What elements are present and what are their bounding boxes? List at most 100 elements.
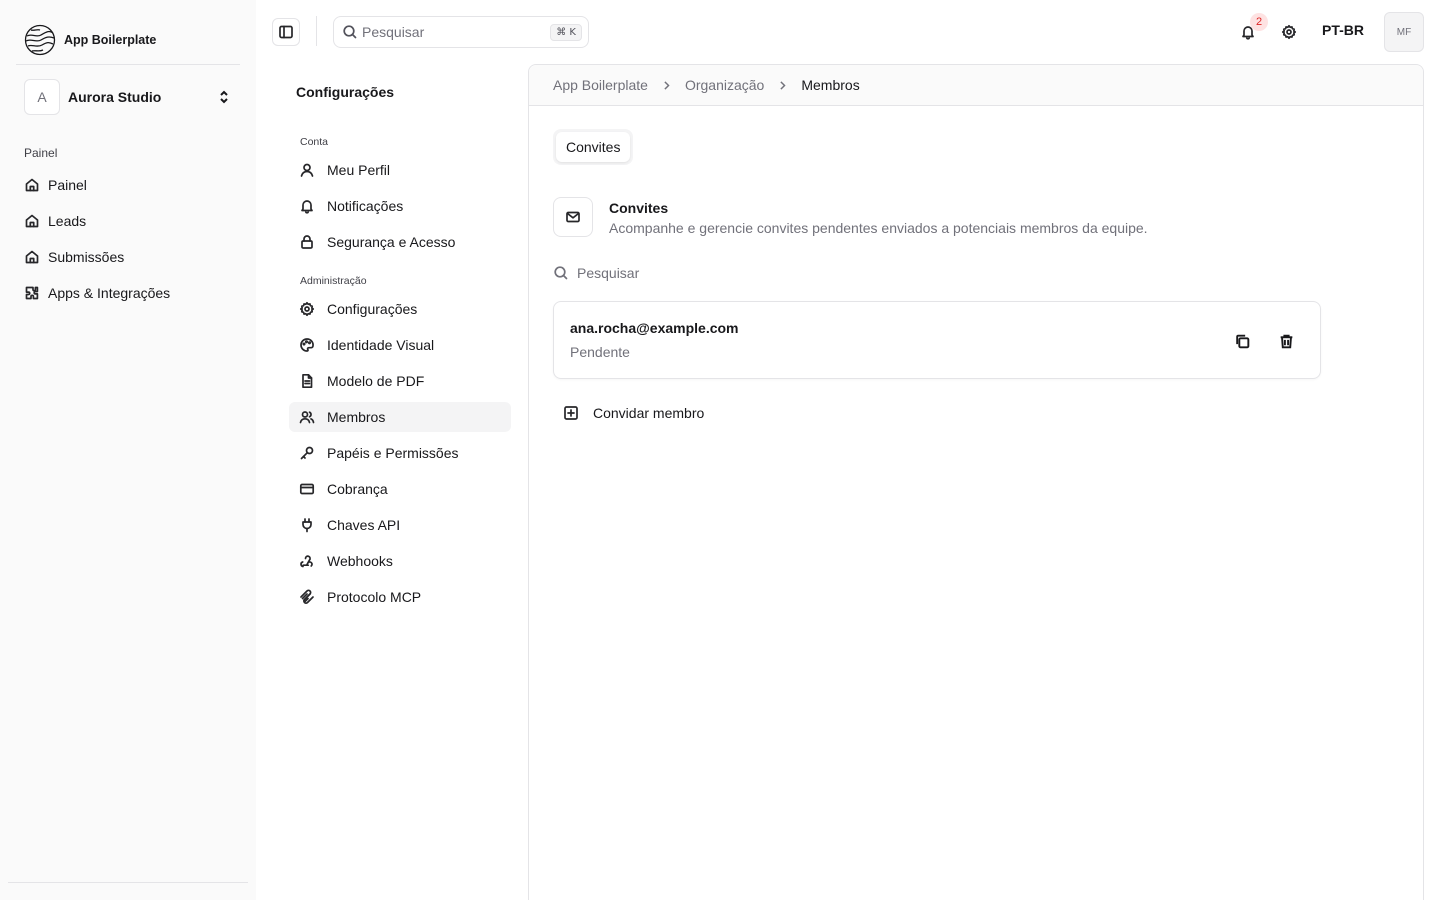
settings-group-admin: Administração (300, 275, 367, 287)
sidebar-item-apps-integracoes[interactable]: Apps & Integrações (16, 275, 240, 311)
settings-item-configuracoes[interactable]: Configurações (289, 294, 511, 324)
breadcrumb-item-membros: Membros (801, 77, 860, 93)
settings-item-notificacoes[interactable]: Notificações (289, 191, 511, 221)
settings-item-identidade-visual[interactable]: Identidade Visual (289, 330, 511, 360)
bell-icon (299, 198, 315, 214)
delete-invite-button[interactable] (1274, 329, 1298, 353)
topbar-divider (316, 16, 317, 46)
home-icon (24, 249, 40, 265)
chevron-right-icon (776, 79, 789, 92)
global-search[interactable]: ⌘ K (333, 16, 589, 48)
search-icon (342, 24, 358, 40)
main-panel: App Boilerplate Organização Membros Conv… (528, 64, 1424, 900)
copy-icon (1234, 333, 1251, 350)
webhook-icon (299, 553, 315, 569)
invite-status: Pendente (570, 344, 630, 360)
lock-icon (299, 234, 315, 250)
users-icon (299, 409, 315, 425)
gear-icon (1281, 24, 1297, 40)
copy-invite-button[interactable] (1230, 329, 1254, 353)
breadcrumb-item-organizacao[interactable]: Organização (685, 77, 764, 93)
settings-item-label: Membros (327, 409, 386, 425)
invites-search-input[interactable] (577, 265, 877, 281)
plus-square-icon (563, 405, 579, 421)
sidebar-toggle-button[interactable] (272, 18, 300, 46)
sidebar-item-label: Leads (48, 213, 87, 229)
tab-convites[interactable]: Convites (556, 132, 631, 162)
settings-item-cobranca[interactable]: Cobrança (289, 474, 511, 504)
settings-item-membros[interactable]: Membros (289, 402, 511, 432)
user-avatar[interactable]: MF (1384, 12, 1424, 52)
breadcrumb-item-app[interactable]: App Boilerplate (553, 77, 648, 93)
settings-item-chaves-api[interactable]: Chaves API (289, 510, 511, 540)
sidebar-bottom-divider (8, 882, 248, 883)
language-switcher[interactable]: PT-BR (1322, 22, 1364, 38)
mcp-icon (299, 589, 315, 605)
sidebar-divider (16, 64, 240, 65)
sidebar-group-label: Painel (24, 146, 58, 160)
chevrons-up-down-icon (216, 89, 232, 105)
key-icon (299, 445, 315, 461)
invite-member-button[interactable]: Convidar membro (553, 399, 714, 427)
search-shortcut-hint: ⌘ K (550, 23, 582, 41)
home-icon (24, 177, 40, 193)
settings-item-label: Webhooks (327, 553, 393, 569)
settings-title: Configurações (296, 84, 395, 100)
settings-item-label: Configurações (327, 301, 418, 317)
settings-item-label: Modelo de PDF (327, 373, 425, 389)
gear-icon (299, 301, 315, 317)
puzzle-icon (24, 285, 40, 301)
sidebar-item-leads[interactable]: Leads (16, 203, 240, 239)
invites-description: Acompanhe e gerencie convites pendentes … (609, 220, 1148, 236)
settings-button[interactable] (1277, 20, 1301, 44)
settings-item-label: Chaves API (327, 517, 401, 533)
settings-item-webhooks[interactable]: Webhooks (289, 546, 511, 576)
sidebar-item-label: Apps & Integrações (48, 285, 171, 301)
panel-left-icon (278, 24, 294, 40)
notification-badge: 2 (1250, 13, 1268, 31)
settings-item-seguranca[interactable]: Segurança e Acesso (289, 227, 511, 257)
settings-item-label: Protocolo MCP (327, 589, 422, 605)
mail-icon (565, 209, 581, 225)
settings-group-account: Conta (300, 136, 329, 148)
invites-title: Convites (609, 200, 669, 216)
settings-item-label: Notificações (327, 198, 404, 214)
org-switcher[interactable]: A Aurora Studio (16, 76, 240, 118)
sidebar-item-label: Submissões (48, 249, 125, 265)
settings-item-label: Identidade Visual (327, 337, 435, 353)
sidebar-item-label: Painel (48, 177, 87, 193)
search-icon (553, 265, 569, 281)
invites-search[interactable] (553, 263, 953, 283)
org-avatar: A (24, 79, 60, 115)
mail-icon-box (553, 197, 593, 237)
user-icon (299, 162, 315, 178)
breadcrumb: App Boilerplate Organização Membros (529, 65, 1423, 106)
settings-item-label: Meu Perfil (327, 162, 391, 178)
settings-nav: Configurações Conta Meu Perfil Notificaç… (256, 64, 528, 900)
settings-admin-list: Configurações Identidade Visual Modelo d… (289, 294, 511, 618)
invite-email: ana.rocha@example.com (570, 320, 739, 336)
trash-icon (1278, 333, 1295, 350)
brand-name: App Boilerplate (64, 33, 157, 47)
global-search-input[interactable] (362, 24, 547, 40)
sidebar-nav: Painel Leads Submissões Apps & Integraçõ… (16, 167, 240, 311)
brand[interactable]: App Boilerplate (24, 24, 156, 56)
sidebar-item-painel[interactable]: Painel (16, 167, 240, 203)
settings-item-protocolo-mcp[interactable]: Protocolo MCP (289, 582, 511, 612)
settings-account-list: Meu Perfil Notificações Segurança e Aces… (289, 155, 511, 263)
settings-item-label: Segurança e Acesso (327, 234, 456, 250)
sidebar-item-submissoes[interactable]: Submissões (16, 239, 240, 275)
chevron-right-icon (660, 79, 673, 92)
globe-logo-icon (24, 24, 56, 56)
topbar: ⌘ K 2 PT-BR MF (256, 0, 1440, 64)
settings-item-meu-perfil[interactable]: Meu Perfil (289, 155, 511, 185)
invite-card: ana.rocha@example.com Pendente (553, 301, 1321, 379)
tab-list: Convites (553, 129, 634, 165)
settings-item-modelo-pdf[interactable]: Modelo de PDF (289, 366, 511, 396)
home-icon (24, 213, 40, 229)
palette-icon (299, 337, 315, 353)
plug-icon (299, 517, 315, 533)
file-text-icon (299, 373, 315, 389)
settings-item-papeis-permissoes[interactable]: Papéis e Permissões (289, 438, 511, 468)
org-name: Aurora Studio (68, 89, 162, 105)
